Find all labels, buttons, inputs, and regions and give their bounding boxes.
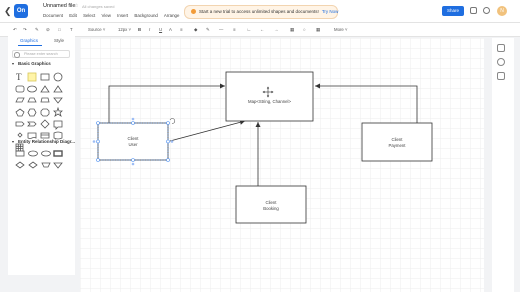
page-settings-icon[interactable]: [497, 58, 505, 66]
client-user-label-2: User: [128, 142, 138, 147]
client-payment-label-1: Client: [392, 137, 404, 142]
client-booking-label-2: Booking: [263, 206, 279, 211]
map-box-label: Map<String, Channel>: [248, 99, 291, 104]
rotate-handle-icon[interactable]: [169, 118, 176, 124]
client-user-box[interactable]: Client User: [97, 122, 169, 161]
diagram-layer: Map<String, Channel> Client User Client …: [92, 71, 433, 224]
client-booking-label-1: Client: [266, 200, 278, 205]
connector-user-to-map[interactable]: [108, 83, 225, 123]
client-payment-box[interactable]: Client Payment: [361, 122, 433, 162]
client-booking-box[interactable]: Client Booking: [235, 185, 307, 224]
connector-user-to-map-direct[interactable]: [169, 119, 246, 142]
client-user-label-1: Client: [128, 136, 140, 141]
client-payment-label-2: Payment: [389, 143, 407, 148]
connector-payment-to-map[interactable]: [315, 83, 418, 123]
layers-icon[interactable]: [497, 72, 505, 80]
map-box[interactable]: Map<String, Channel>: [225, 71, 314, 122]
format-panel-icon[interactable]: [497, 44, 505, 52]
